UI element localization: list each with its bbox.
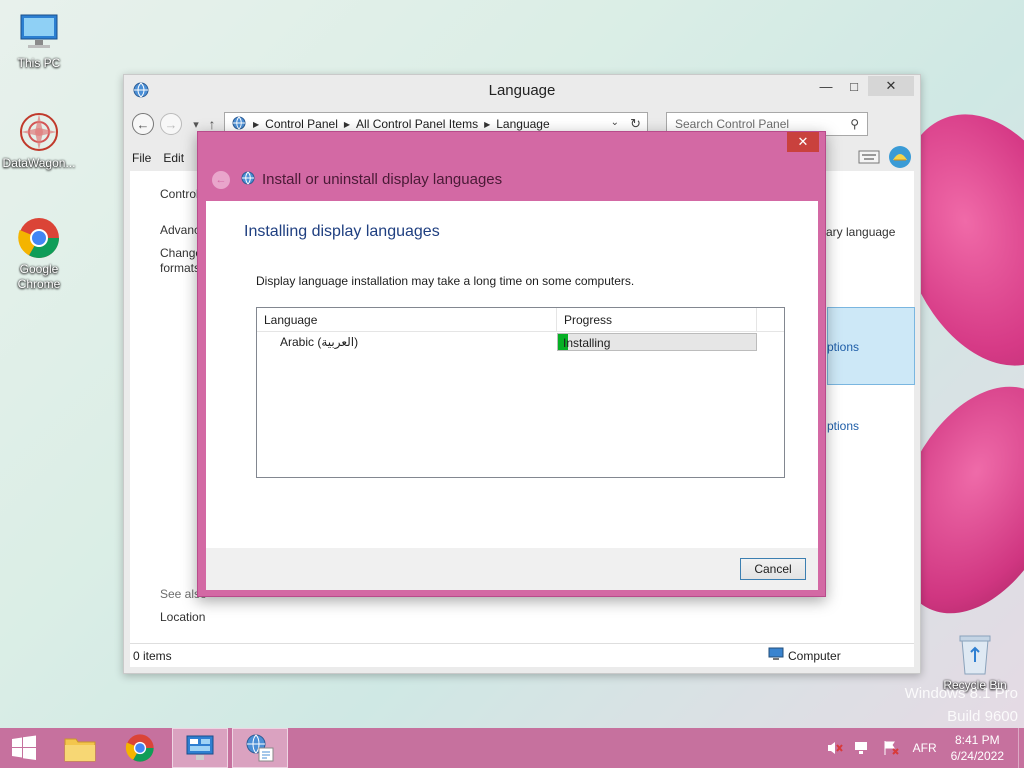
start-button[interactable] xyxy=(0,728,48,768)
dialog-title: Install or uninstall display languages xyxy=(262,171,503,188)
status-item-count: 0 items xyxy=(133,648,172,663)
list-header: Language Progress xyxy=(257,308,784,332)
breadcrumb-separator-icon: ▶ xyxy=(253,119,260,129)
desktop-icon-google-chrome[interactable]: Google Chrome xyxy=(1,216,77,292)
minimize-button[interactable]: — xyxy=(812,76,840,96)
desktop-icon-this-pc[interactable]: This PC xyxy=(1,10,77,71)
dialog-header: ← Install or uninstall display languages xyxy=(212,170,502,189)
breadcrumb-all-items[interactable]: All Control Panel Items xyxy=(356,117,478,131)
menu-file[interactable]: File xyxy=(132,151,151,165)
back-arrow-icon: ← xyxy=(136,116,150,132)
dialog-close-button[interactable]: ✕ xyxy=(787,132,819,152)
action-center-flag-icon[interactable] xyxy=(880,737,902,759)
datawagon-icon xyxy=(17,110,61,154)
windows-build-watermark: Build 9600 xyxy=(947,708,1018,725)
window-titlebar[interactable]: Language — □ ✕ xyxy=(124,75,920,107)
taskbar-language[interactable] xyxy=(232,728,288,768)
maximize-button[interactable]: □ xyxy=(840,76,868,96)
list-item[interactable]: Arabic (العربية) Installing xyxy=(257,332,784,352)
progress-status-text: Installing xyxy=(563,336,611,350)
control-panel-icon xyxy=(186,735,214,760)
status-computer-label: Computer xyxy=(788,648,841,663)
status-computer: Computer xyxy=(768,647,841,664)
language-icon xyxy=(246,734,274,762)
install-languages-dialog: ✕ ← Install or uninstall display languag… xyxy=(197,131,826,597)
keyboard-icon[interactable] xyxy=(858,150,880,167)
show-desktop-button[interactable] xyxy=(1018,728,1024,768)
breadcrumb-language[interactable]: Language xyxy=(496,117,549,131)
toolbar-icons xyxy=(858,145,912,172)
clock-time: 8:41 PM xyxy=(954,733,1000,747)
install-progress-bar: Installing xyxy=(557,333,757,351)
dialog-heading: Installing display languages xyxy=(244,223,440,240)
sidebar-formats-text[interactable]: formats xyxy=(160,261,200,275)
taskbar-control-panel[interactable] xyxy=(172,728,228,768)
options-link[interactable]: ptions xyxy=(827,340,859,354)
breadcrumb-separator-icon: ▶ xyxy=(484,119,491,129)
breadcrumb-control-panel[interactable]: Control Panel xyxy=(265,117,338,131)
window-controls: — □ ✕ xyxy=(812,76,914,96)
sidebar-change-text[interactable]: Change xyxy=(160,246,202,260)
forward-button[interactable]: → xyxy=(160,113,182,135)
forward-arrow-icon: → xyxy=(164,116,178,132)
language-globe-icon xyxy=(240,170,256,189)
taskbar: AFR 8:41 PM 6/24/2022 xyxy=(0,728,1024,768)
network-icon[interactable] xyxy=(852,737,874,759)
language-name: Arabic (العربية) xyxy=(280,335,359,349)
menu-edit[interactable]: Edit xyxy=(163,151,184,165)
speaker-muted-icon[interactable] xyxy=(824,737,846,759)
status-bar: 0 items Computer xyxy=(130,643,914,667)
computer-icon xyxy=(768,647,784,664)
desktop-icon-recycle-bin[interactable]: Recycle Bin xyxy=(937,632,1013,693)
search-placeholder: Search Control Panel xyxy=(675,117,790,131)
taskbar-chrome[interactable] xyxy=(112,728,168,768)
refresh-icon[interactable]: ↻ xyxy=(630,116,641,132)
options-link[interactable]: ptions xyxy=(827,419,859,433)
clock-date: 6/24/2022 xyxy=(950,749,1004,763)
menu-bar: File Edit xyxy=(132,147,196,169)
monitor-icon xyxy=(17,10,61,54)
desktop-icon-datawagon[interactable]: DataWagon... xyxy=(1,110,77,171)
windows-edition-watermark: Windows 8.1 Pro xyxy=(904,685,1018,702)
cancel-button[interactable]: Cancel xyxy=(740,558,806,580)
dialog-back-button[interactable]: ← xyxy=(212,170,230,189)
dialog-body: Installing display languages Display lan… xyxy=(206,201,818,548)
input-language-indicator[interactable]: AFR xyxy=(913,741,937,755)
column-header-progress[interactable]: Progress xyxy=(557,308,757,331)
sidebar-control-text[interactable]: Control xyxy=(160,187,199,201)
location-link[interactable]: Location xyxy=(160,610,205,624)
recent-pages-dropdown[interactable]: ▾ xyxy=(188,118,204,131)
window-title: Language xyxy=(488,82,556,99)
chrome-icon xyxy=(125,734,154,762)
shell-icon[interactable] xyxy=(888,145,912,172)
breadcrumb-separator-icon: ▶ xyxy=(343,119,351,129)
language-progress-list: Language Progress Arabic (العربية) Insta… xyxy=(256,307,785,478)
primary-language-text: ary language xyxy=(826,225,896,239)
dialog-footer: Cancel xyxy=(206,548,818,590)
back-button[interactable]: ← xyxy=(132,113,154,135)
folder-icon xyxy=(64,738,96,762)
system-tray: AFR 8:41 PM 6/24/2022 xyxy=(821,728,1024,768)
dialog-description: Display language installation may take a… xyxy=(256,274,635,288)
sidebar-advanced-text[interactable]: Advanc xyxy=(160,223,200,237)
chrome-icon xyxy=(17,216,61,260)
search-icon: ⚲ xyxy=(850,117,859,131)
clock[interactable]: 8:41 PM 6/24/2022 xyxy=(951,732,1004,764)
column-header-language[interactable]: Language xyxy=(257,308,557,331)
recycle-bin-icon xyxy=(953,632,997,676)
windows-logo-icon xyxy=(12,735,36,760)
up-button[interactable]: ↑ xyxy=(204,116,220,132)
address-dropdown-icon[interactable]: ⌄ xyxy=(611,117,619,128)
taskbar-file-explorer[interactable] xyxy=(52,728,108,768)
close-button[interactable]: ✕ xyxy=(868,76,914,96)
